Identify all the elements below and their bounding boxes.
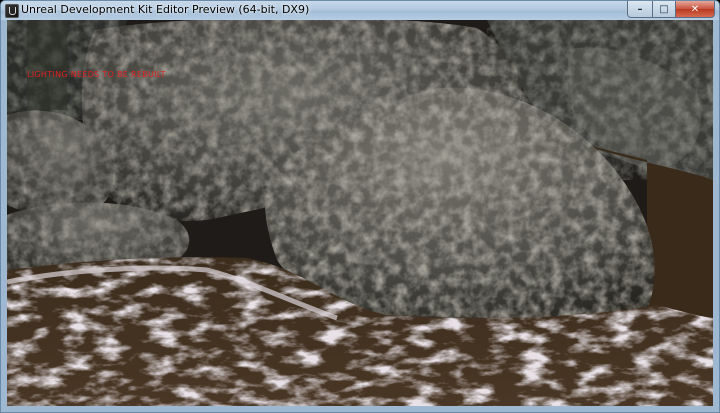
title-bar[interactable]: Unreal Development Kit Editor Preview (6… — [1, 1, 719, 20]
udk-app-icon[interactable] — [5, 4, 19, 18]
lighting-warning-text: LIGHTING NEEDS TO BE REBUILT — [27, 70, 166, 79]
minimize-button[interactable]: – — [627, 1, 653, 18]
editor-window: Unreal Development Kit Editor Preview (6… — [0, 0, 720, 413]
maximize-button[interactable]: □ — [653, 1, 676, 18]
window-title: Unreal Development Kit Editor Preview (6… — [21, 3, 310, 16]
close-icon: ✕ — [690, 3, 700, 15]
caption-buttons: – □ ✕ — [627, 1, 715, 18]
game-viewport[interactable]: LIGHTING NEEDS TO BE REBUILT — [7, 20, 713, 406]
close-button[interactable]: ✕ — [676, 1, 715, 18]
minimize-icon: – — [637, 3, 643, 15]
maximize-icon: □ — [659, 3, 669, 15]
